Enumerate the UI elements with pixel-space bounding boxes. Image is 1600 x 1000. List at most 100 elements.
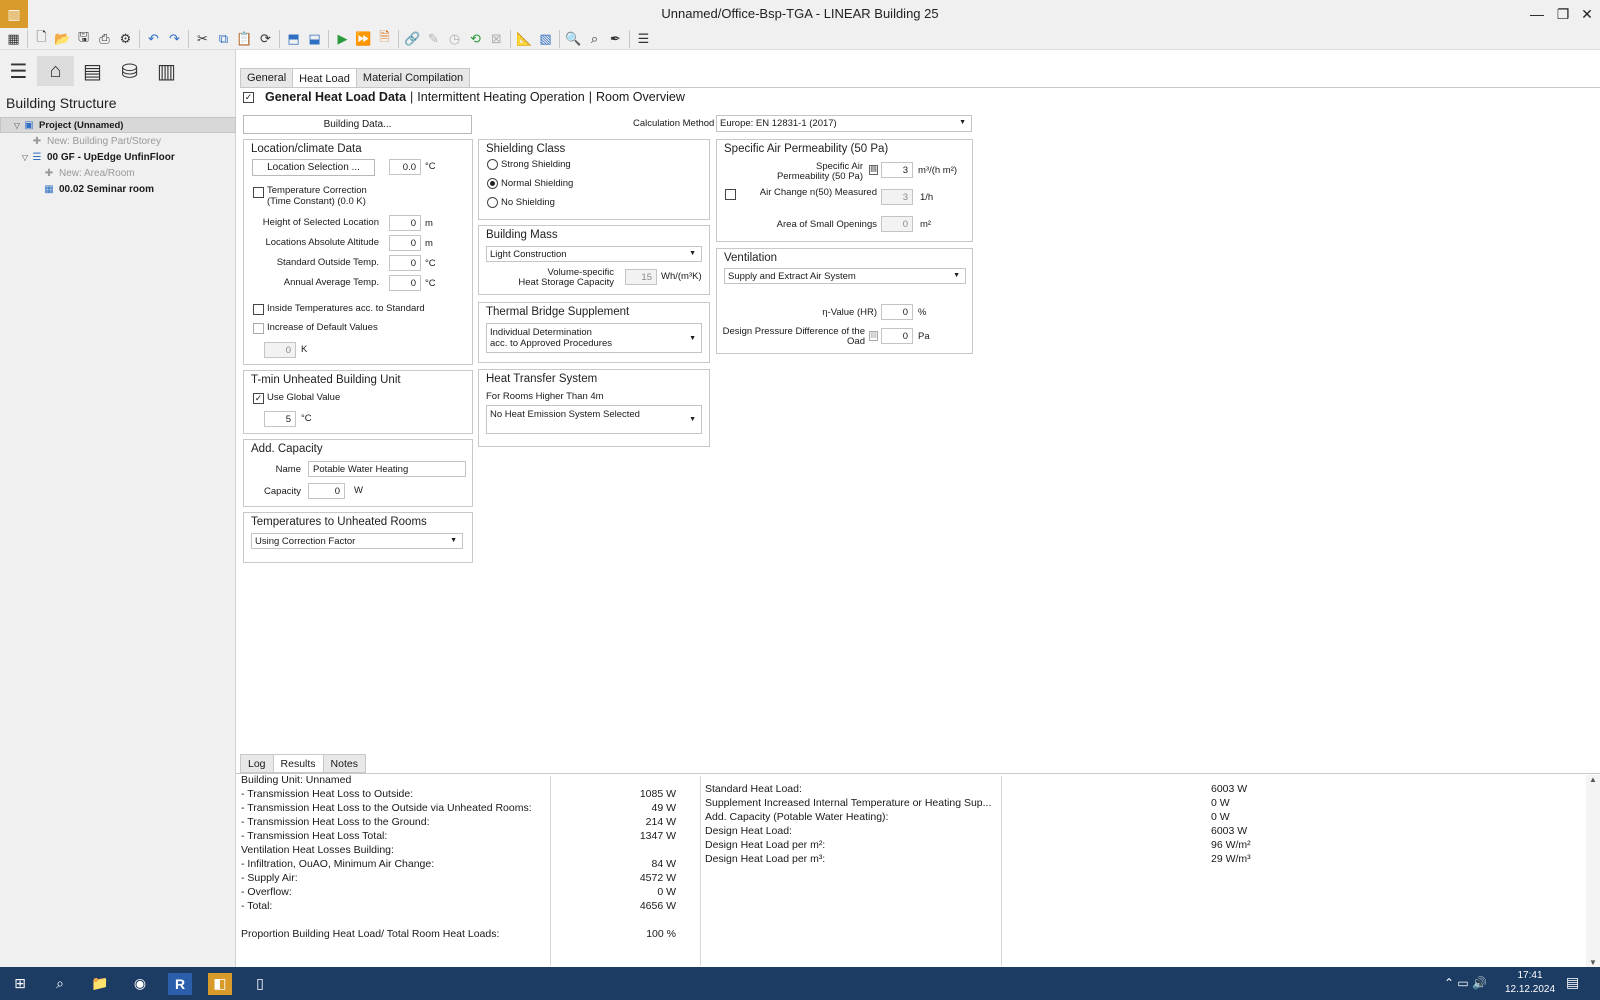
redo-icon[interactable]: ↷ <box>164 29 185 49</box>
zoom-icon[interactable]: ⌕ <box>584 29 605 49</box>
expand-toggle-icon[interactable]: ▽ <box>20 153 30 162</box>
expand-toggle-icon[interactable]: ▽ <box>12 121 22 130</box>
print-icon[interactable]: ⎙ <box>94 29 115 49</box>
scroll-down-icon[interactable]: ▼ <box>1586 958 1600 967</box>
save-icon[interactable]: 🖫 <box>73 29 94 49</box>
air-change-checkbox[interactable] <box>725 189 736 200</box>
ventilation-select[interactable]: Supply and Extract Air System ▼ <box>724 268 966 284</box>
minimize-button[interactable]: — <box>1526 3 1548 25</box>
open-folder-icon[interactable]: 📂 <box>52 29 73 49</box>
location-row-input[interactable]: 0 <box>389 275 421 291</box>
heat-storage-input[interactable]: 15 <box>625 269 657 285</box>
import-icon[interactable]: ⬒ <box>283 29 304 49</box>
revit-icon[interactable]: R <box>168 972 192 995</box>
header-checkbox[interactable]: ✓ <box>243 91 254 103</box>
air-change-input[interactable]: 3 <box>881 189 913 205</box>
close-button[interactable]: ✕ <box>1576 3 1598 25</box>
new-file-icon[interactable]: 🗋 <box>31 29 52 49</box>
tree-item[interactable]: ✚ New: Area/Room <box>0 165 236 181</box>
tree-item[interactable]: ▽ ▣ Project (Unnamed) <box>0 117 236 133</box>
calc-all-icon[interactable]: ⏩ <box>353 29 374 49</box>
ruler-icon[interactable]: 📐 <box>514 29 535 49</box>
notification-icon[interactable]: ▤ <box>1566 974 1579 991</box>
search-icon[interactable]: ⌕ <box>40 967 80 1000</box>
intermittent-heating-link[interactable]: Intermittent Heating Operation <box>417 90 584 104</box>
shielding-radio[interactable] <box>487 197 498 208</box>
menu-icon[interactable]: ☰ <box>0 56 37 86</box>
cut-icon[interactable]: ✂ <box>192 29 213 49</box>
linear-app-icon[interactable]: ◧ <box>208 972 232 995</box>
capacity-input[interactable]: 0 <box>308 483 345 499</box>
link-icon[interactable]: 🔗 <box>402 29 423 49</box>
tree-item[interactable]: ✚ New: Building Part/Storey <box>0 133 236 149</box>
building-data-button[interactable]: Building Data... <box>243 115 472 134</box>
calculator-icon[interactable]: ▤ <box>869 331 878 341</box>
edit-pencil-icon[interactable]: ✎ <box>423 29 444 49</box>
file-explorer-icon[interactable]: 📁 <box>80 967 120 1000</box>
shielding-radio[interactable] <box>487 178 498 189</box>
calculator-icon[interactable]: ▤ <box>869 165 878 175</box>
tab-notes[interactable]: Notes <box>322 754 366 773</box>
firefox-icon[interactable]: ◉ <box>120 967 160 1000</box>
tmin-input[interactable]: 5 <box>264 411 296 427</box>
increase-value-input[interactable]: 0 <box>264 342 296 358</box>
chart-icon[interactable]: ▧ <box>535 29 556 49</box>
sync-icon[interactable]: ⟲ <box>465 29 486 49</box>
pipette-icon[interactable]: ✒ <box>605 29 626 49</box>
tab-material-compilation[interactable]: Material Compilation <box>355 68 471 87</box>
inside-temp-checkbox[interactable] <box>253 304 264 315</box>
room-overview-link[interactable]: Room Overview <box>596 90 685 104</box>
apps-grid-icon[interactable]: ▦ <box>3 29 24 49</box>
document-app-icon[interactable]: ▯ <box>240 967 280 1000</box>
location-row-input[interactable]: 0 <box>389 215 421 231</box>
list-icon[interactable]: ▤ <box>74 56 111 86</box>
tab-general[interactable]: General <box>240 68 294 87</box>
location-selection-button[interactable]: Location Selection ... <box>252 159 375 176</box>
paste-icon[interactable]: 📋 <box>234 29 255 49</box>
maximize-button[interactable]: ❐ <box>1552 3 1574 25</box>
export-icon[interactable]: ⬓ <box>304 29 325 49</box>
use-global-checkbox[interactable]: ✓ <box>253 393 264 404</box>
design-pressure-input[interactable]: 0 <box>881 328 913 344</box>
settings-gear-icon[interactable]: ⚙ <box>115 29 136 49</box>
building-mass-select[interactable]: Light Construction ▼ <box>486 246 702 262</box>
clock-date[interactable]: 12.12.2024 <box>1500 984 1560 995</box>
eta-input[interactable]: 0 <box>881 304 913 320</box>
location-row-input[interactable]: 0 <box>389 255 421 271</box>
refresh-icon[interactable]: ⟳ <box>255 29 276 49</box>
specific-air-input[interactable]: 3 <box>881 162 913 178</box>
clock-time[interactable]: 17:41 <box>1500 970 1560 981</box>
scroll-up-icon[interactable]: ▲ <box>1586 775 1600 784</box>
database-icon[interactable]: ⛁ <box>111 56 148 86</box>
start-icon[interactable]: ⊞ <box>0 967 40 1000</box>
small-openings-input[interactable]: 0 <box>881 216 913 232</box>
tree-item[interactable]: ▽ ☰ 00 GF - UpEdge UnfinFloor <box>0 149 236 165</box>
clock-icon[interactable]: ◷ <box>444 29 465 49</box>
layout-icon[interactable]: ☰ <box>633 29 654 49</box>
capacity-name-input[interactable]: Potable Water Heating <box>308 461 466 477</box>
tree-item[interactable]: ▦ 00.02 Seminar room <box>0 181 236 197</box>
thermal-bridge-select[interactable]: Individual Determination acc. to Approve… <box>486 323 702 353</box>
location-row-input[interactable]: 0 <box>389 235 421 251</box>
system-tray-icons[interactable]: ⌃ ▭ 🔊 <box>1444 976 1487 990</box>
shielding-radio[interactable] <box>487 159 498 170</box>
copy-icon[interactable]: ⧉ <box>213 29 234 49</box>
calc-method-select[interactable]: Europe: EN 12831-1 (2017) ▼ <box>716 115 972 132</box>
increase-default-checkbox[interactable] <box>253 323 264 334</box>
run-calc-icon[interactable]: ▶ <box>332 29 353 49</box>
tab-log[interactable]: Log <box>240 754 274 773</box>
temp-unheated-select[interactable]: Using Correction Factor ▼ <box>251 533 463 549</box>
app-logo-icon[interactable]: ▥ <box>0 0 28 28</box>
tab-heat-load[interactable]: Heat Load <box>292 68 357 88</box>
results-scrollbar[interactable]: ▲ ▼ <box>1586 775 1600 967</box>
document-icon[interactable]: ▥ <box>148 56 185 86</box>
temp-correction-checkbox[interactable] <box>253 187 264 198</box>
tab-results[interactable]: Results <box>272 754 324 773</box>
search-icon[interactable]: 🔍 <box>563 29 584 49</box>
undo-icon[interactable]: ↶ <box>143 29 164 49</box>
delete-icon[interactable]: ⊠ <box>486 29 507 49</box>
location-temp-input[interactable]: 0.0 <box>389 159 421 175</box>
heat-transfer-select[interactable]: No Heat Emission System Selected ▼ <box>486 405 702 434</box>
report-icon[interactable]: 🗎 <box>374 29 395 49</box>
building-icon[interactable]: ⌂ <box>37 56 74 86</box>
